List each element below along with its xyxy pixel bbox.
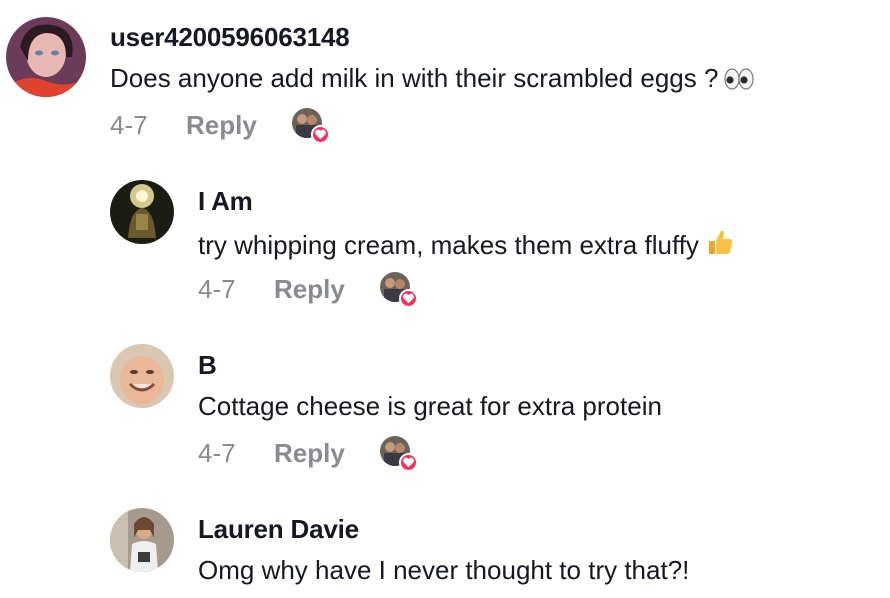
- reply-button[interactable]: Reply: [186, 110, 257, 141]
- comment-text-content: try whipping cream, makes them extra flu…: [198, 230, 699, 260]
- comment-text: try whipping cream, makes them extra flu…: [198, 227, 735, 264]
- heart-icon: [399, 289, 418, 308]
- comment-text: Cottage cheese is great for extra protei…: [198, 391, 662, 421]
- comment-username[interactable]: I Am: [198, 186, 253, 217]
- comment-date: 4-7: [198, 274, 236, 304]
- reply-button[interactable]: Reply: [274, 438, 345, 469]
- comment-item: user4200596063148 Does anyone add milk i…: [0, 0, 890, 160]
- reply-comment-item: B Cottage cheese is great for extra prot…: [0, 324, 890, 488]
- liked-by-creator-badge[interactable]: [380, 436, 418, 474]
- comment-date: 4-7: [198, 438, 236, 468]
- comment-thread: user4200596063148 Does anyone add milk i…: [0, 0, 890, 598]
- avatar[interactable]: [6, 17, 86, 97]
- comment-text: Omg why have I never thought to try that…: [198, 555, 690, 585]
- comment-username[interactable]: Lauren Davie: [198, 514, 359, 545]
- avatar[interactable]: [110, 180, 174, 244]
- liked-by-creator-badge[interactable]: [380, 272, 418, 310]
- avatar[interactable]: [110, 344, 174, 408]
- comment-text: Does anyone add milk in with their scram…: [110, 63, 755, 97]
- heart-icon: [311, 125, 330, 144]
- thumbs-up-emoji-icon: [705, 227, 735, 264]
- reply-comment-item: I Am try whipping cream, makes them extr…: [0, 160, 890, 324]
- eyes-emoji-icon: [724, 66, 755, 97]
- reply-comment-item: Lauren Davie Omg why have I never though…: [0, 488, 890, 598]
- comment-date: 4-7: [110, 110, 148, 140]
- heart-icon: [399, 453, 418, 472]
- comment-username[interactable]: B: [198, 350, 217, 381]
- reply-button[interactable]: Reply: [274, 274, 345, 305]
- avatar[interactable]: [110, 508, 174, 572]
- liked-by-creator-badge[interactable]: [292, 108, 330, 146]
- comment-text-content: Does anyone add milk in with their scram…: [110, 63, 719, 93]
- comment-username[interactable]: user4200596063148: [110, 22, 350, 53]
